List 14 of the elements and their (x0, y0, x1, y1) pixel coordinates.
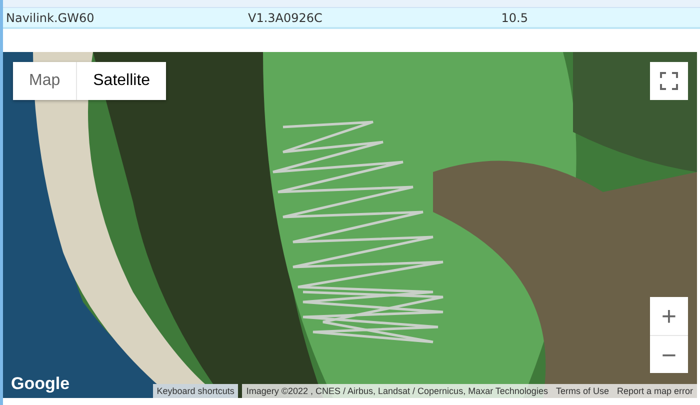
map-type-tab[interactable]: Satellite (76, 62, 166, 100)
table-cell-text: V1.3A0926C (248, 10, 324, 24)
imagery-credit: Imagery ©2022 , CNES / Airbus, Landsat / Copernicus, Maxar Technologies (242, 384, 552, 398)
map-link[interactable]: Terms of Use (552, 384, 613, 398)
fullscreen-icon (660, 72, 678, 90)
fullscreen-button[interactable] (650, 62, 688, 100)
google-logo: Google (11, 374, 70, 394)
satellite-map[interactable]: Map Satellite + − Google Keyboard shortcuts Imagery ©2022 , CNES / Airbus, Landsat / Copernicus, Maxar Technologies Terms of Use Report a map error (3, 52, 697, 398)
table-cell-text: Navilink.GW60 (5, 10, 96, 24)
map-type-tab[interactable]: Map (13, 62, 76, 100)
keyboard-shortcuts-button[interactable]: Keyboard shortcuts (152, 384, 238, 398)
map-link[interactable]: Report a map error (612, 384, 697, 398)
table-cell-text: 10.5 (500, 10, 528, 24)
table-row[interactable]: Navilink.GW60 V1.3A0926C 10.5 (3, 8, 700, 29)
